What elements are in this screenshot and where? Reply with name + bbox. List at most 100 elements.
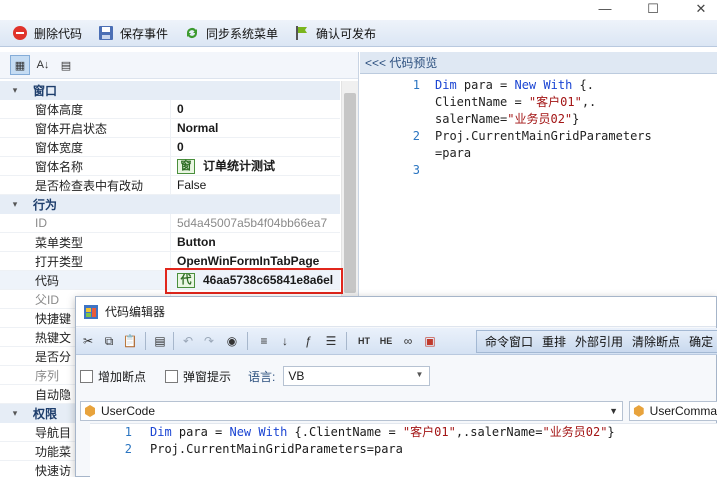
language-select[interactable]: VB ▼ (283, 366, 431, 386)
property-row[interactable]: 窗体高度 0 (0, 99, 340, 119)
window-badge-icon: 窗 (177, 158, 195, 174)
collapse-icon[interactable]: ▾ (8, 408, 22, 419)
property-row[interactable]: 窗体开启状态 Normal (0, 118, 340, 138)
rearrange-button[interactable]: 重排 (542, 333, 566, 350)
line-number: 2 (124, 442, 132, 456)
code-preview-header[interactable]: <<< 代码预览 (360, 52, 717, 74)
list-icon[interactable]: ☰ (323, 333, 339, 349)
property-value[interactable]: Normal (170, 118, 340, 138)
checkbox-box[interactable] (80, 369, 93, 383)
property-row[interactable]: 窗体宽度 0 (0, 137, 340, 157)
categorized-icon[interactable]: ▦ (10, 55, 30, 75)
ok-button[interactable]: 确定 (689, 333, 713, 350)
code-preview: 1 Dim para = New With {. ClientName = "客户0… (360, 74, 717, 304)
code-line[interactable]: 1 Dim para = New With {.ClientName = "客户0… (90, 424, 717, 441)
property-value[interactable]: 0 (170, 137, 340, 157)
property-value[interactable]: False (170, 175, 340, 195)
property-row[interactable]: 窗体名称 窗订单统计测试 (0, 156, 340, 176)
scrollbar-thumb[interactable] (344, 93, 356, 293)
cut-icon[interactable]: ✂ (80, 333, 96, 349)
delete-icon (13, 26, 27, 40)
code-keyword: New (229, 425, 252, 439)
delete-code-button[interactable]: 删除代码 (10, 22, 84, 44)
code-text: salerName="业务员02"} (435, 111, 579, 128)
property-value-with-badge[interactable]: 窗订单统计测试 (170, 156, 340, 176)
link-icon[interactable]: ∞ (400, 333, 416, 349)
collapse-icon[interactable]: ▾ (8, 199, 22, 210)
category-behavior[interactable]: ▾ 行为 (0, 195, 340, 214)
class-combo-value: UserCode (101, 404, 156, 418)
disk-icon[interactable]: ▣ (422, 333, 438, 349)
toolbar-divider (173, 332, 174, 350)
member-combo[interactable]: UserComma (629, 401, 717, 421)
add-breakpoint-checkbox[interactable]: 增加断点 (80, 368, 146, 385)
delete-code-label: 删除代码 (34, 26, 83, 41)
paste-icon[interactable]: 📋 (122, 333, 138, 349)
code-string: "客户01" (528, 95, 582, 109)
copy-icon[interactable]: ⧉ (101, 333, 117, 349)
code-line[interactable]: 1 Dim para = New With {. (360, 77, 717, 94)
command-window-button[interactable]: 命令窗口 (485, 333, 533, 350)
line-number: 3 (412, 163, 420, 177)
code-line[interactable]: 2 Proj.CurrentMainGridParameters=para (90, 441, 717, 458)
undo-icon[interactable]: ↶ (180, 333, 196, 349)
property-row[interactable]: 是否检查表中有改动 False (0, 175, 340, 195)
class-combo[interactable]: UserCode ▼ (80, 401, 623, 421)
code-line[interactable]: 2 Proj.CurrentMainGridParameters (360, 128, 717, 145)
popup-hint-checkbox[interactable]: 弹窗提示 (165, 368, 231, 385)
dialog-titlebar[interactable]: 代码编辑器 (76, 297, 716, 327)
member-combo-value: UserComma (649, 404, 717, 418)
property-key: 菜单类型 (35, 235, 84, 250)
flag-icon (296, 26, 308, 40)
code-keyword: Dim (150, 425, 172, 439)
code-line[interactable]: =para (360, 145, 717, 162)
line-number: 1 (412, 78, 420, 92)
property-key: 打开类型 (35, 254, 84, 269)
property-row[interactable]: ID 5d4a45007a5b4f04bb66ea7 (0, 213, 340, 233)
property-value[interactable]: Button (170, 232, 340, 252)
category-label: 窗口 (33, 84, 58, 98)
function-icon[interactable]: ƒ (300, 333, 316, 349)
sync-icon (187, 28, 198, 38)
code-string: "客户01" (402, 425, 456, 439)
code-string: "业务员02" (542, 425, 608, 439)
property-pages-icon[interactable]: ▤ (56, 55, 76, 75)
member-icon (633, 405, 644, 417)
property-row[interactable]: 菜单类型 Button (0, 232, 340, 252)
maximize-icon[interactable]: ☐ (630, 0, 676, 20)
code-line[interactable]: salerName="业务员02"} (360, 111, 717, 128)
close-icon[interactable]: ✕ (678, 0, 717, 20)
minimize-icon[interactable]: — (582, 0, 628, 20)
code-token: } (572, 112, 580, 126)
dialog-title: 代码编辑器 (105, 305, 166, 319)
highlight-box (165, 268, 343, 294)
save-event-button[interactable]: 保存事件 (96, 22, 170, 44)
alphabetical-icon[interactable]: A↓ (33, 55, 53, 75)
code-text: Dim para = New With {. (435, 77, 594, 94)
property-value[interactable]: 0 (170, 99, 340, 119)
redo-icon[interactable]: ↷ (201, 333, 217, 349)
indent-icon[interactable]: ≡ (256, 333, 272, 349)
document-icon[interactable]: ▤ (152, 333, 168, 349)
hotkey-icon[interactable]: HT (356, 333, 372, 349)
html-icon[interactable]: HE (378, 333, 394, 349)
save-icon (99, 26, 114, 40)
external-ref-button[interactable]: 外部引用 (575, 333, 623, 350)
code-text: Dim para = New With {.ClientName = "客户01… (150, 424, 615, 441)
category-window[interactable]: ▾ 窗口 (0, 81, 340, 100)
collapse-icon[interactable]: ▾ (8, 85, 22, 96)
code-line[interactable]: 3 (360, 162, 717, 179)
comment-icon[interactable]: ↓ (277, 333, 293, 349)
confirm-publish-button[interactable]: 确认可发布 (292, 22, 378, 44)
sync-menu-button[interactable]: 同步系统菜单 (182, 22, 280, 44)
toolbar-divider (145, 332, 146, 350)
code-editor[interactable]: 1 Dim para = New With {.ClientName = "客户0… (90, 423, 717, 477)
confirm-publish-label: 确认可发布 (316, 26, 377, 41)
find-icon[interactable]: ◉ (224, 333, 240, 349)
code-token: =para (435, 146, 472, 160)
code-token: para = (171, 425, 230, 439)
clear-breakpoints-button[interactable]: 清除断点 (632, 333, 680, 350)
editor-toolbar-commands: 命令窗口 重排 外部引用 清除断点 确定 (476, 330, 717, 353)
code-line[interactable]: ClientName = "客户01",. (360, 94, 717, 111)
checkbox-box[interactable] (165, 369, 179, 383)
